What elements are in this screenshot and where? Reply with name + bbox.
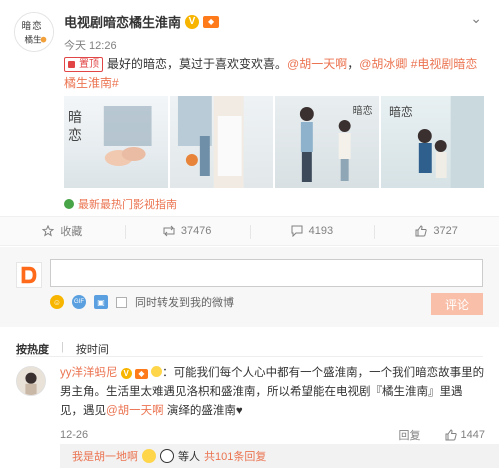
comment-count: 4193 [308, 225, 334, 237]
source-link[interactable]: 最新最热门影视指南 [64, 196, 177, 212]
commenter-avatar[interactable] [16, 366, 46, 396]
svg-text:暗: 暗 [68, 110, 82, 126]
post-image[interactable]: 暗恋 [275, 96, 379, 188]
post-text: 置顶 最好的暗恋，莫过于喜欢变欢喜。@胡一天啊，@胡冰卿 #电视剧暗恋橘生淮南# [64, 57, 478, 90]
reply-summary[interactable]: 我是胡一地啊 等人 共101条回复 [60, 444, 499, 468]
verified-icon: V [120, 368, 132, 379]
comment-meta: 12-26 回复 1447 [60, 427, 485, 443]
collect-label: 收藏 [60, 226, 83, 238]
comment-like-count: 1447 [460, 429, 485, 441]
thumbs-up-icon [415, 225, 428, 237]
collect-button[interactable]: 收藏 [0, 217, 125, 245]
repost-button[interactable]: 37476 [124, 217, 250, 245]
like-count: 3727 [433, 225, 458, 237]
sort-by-hot[interactable]: 按热度 [16, 341, 49, 357]
divider: | [61, 341, 64, 353]
comment-body-end: 演绎的盛淮南♥ [163, 405, 243, 417]
reply-others: 等人 [178, 451, 200, 463]
chevron-down-icon[interactable]: ⌄ [470, 10, 482, 27]
like-button[interactable]: 3727 [374, 217, 499, 245]
source-label: 最新最热门影视指南 [78, 199, 177, 211]
repost-icon [163, 225, 175, 237]
post-image[interactable]: 暗恋 [380, 96, 484, 188]
mention-link[interactable]: @胡冰卿 [359, 57, 407, 71]
vip-icon: ◆ [203, 15, 220, 28]
forward-label: 同时转发到我的微博 [135, 297, 234, 309]
sort-bar: 按热度 | 按时间 [16, 341, 109, 357]
commenter-name[interactable]: yy洋洋蚂尼 [60, 367, 118, 379]
reply-button[interactable]: 回复 [399, 427, 421, 443]
action-bar: 收藏 37476 4193 3727 [0, 216, 499, 246]
mention-link[interactable]: @胡一天啊 [106, 405, 164, 417]
verified-icon: V [185, 14, 200, 29]
star-icon [42, 225, 55, 237]
author-name[interactable]: 电视剧暗恋橘生淮南 [64, 12, 181, 31]
emoji-icon[interactable]: ☺ [50, 295, 64, 309]
author-avatar[interactable]: 暗 恋 橘生 [14, 12, 54, 52]
svg-text:暗恋: 暗恋 [353, 104, 373, 117]
svg-text:暗: 暗 [22, 20, 32, 32]
pin-badge: 置顶 [64, 57, 103, 72]
vip-icon: ◆ [134, 368, 148, 379]
divider [16, 356, 483, 357]
post-header: 暗 恋 橘生 电视剧暗恋橘生淮南 V ◆ 今天 12:26 ⌄ [14, 10, 484, 53]
thumbs-up-icon [445, 429, 457, 441]
badge-icon [151, 366, 163, 377]
mention-link[interactable]: @胡一天啊 [287, 57, 347, 71]
comment-time: 12-26 [60, 429, 89, 441]
svg-text:暗恋: 暗恋 [388, 104, 412, 119]
comment-button[interactable]: 4193 [249, 217, 375, 245]
reply-count[interactable]: 共101条回复 [204, 448, 266, 464]
badge-icon [142, 449, 156, 463]
comment-text: yy洋洋蚂尼 V ◆ ：可能我们每个人心中都有一个盛淮南，一个我们暗恋故事里的男… [60, 364, 485, 421]
post-body: 最好的暗恋，莫过于喜欢变欢喜。 [107, 57, 288, 71]
submit-comment-button[interactable]: 评论 [431, 293, 483, 315]
panda-icon [160, 449, 174, 463]
post-images: 暗 恋 暗恋 暗恋 [64, 96, 484, 188]
comment-like-button[interactable]: 1447 [445, 429, 485, 441]
image-icon[interactable]: ▣ [94, 295, 108, 309]
forward-checkbox[interactable] [116, 296, 127, 308]
comment-icon [291, 225, 303, 237]
post-image[interactable] [169, 96, 273, 188]
app-icon [64, 199, 74, 209]
post-image[interactable]: 暗 恋 [64, 96, 168, 188]
svg-text:恋: 恋 [32, 20, 42, 32]
post-time[interactable]: 今天 12:26 [64, 37, 117, 53]
my-avatar[interactable] [16, 262, 42, 288]
reply-user[interactable]: 我是胡一地啊 [72, 448, 138, 464]
sort-by-time[interactable]: 按时间 [76, 341, 109, 357]
comment-input[interactable] [50, 259, 483, 287]
comment-compose: ☺ GIF ▣ 同时转发到我的微博 评论 [0, 247, 499, 327]
svg-text:橘生: 橘生 [25, 33, 43, 44]
gif-icon[interactable]: GIF [72, 295, 86, 309]
repost-count: 37476 [180, 225, 212, 237]
svg-text:恋: 恋 [68, 127, 82, 144]
